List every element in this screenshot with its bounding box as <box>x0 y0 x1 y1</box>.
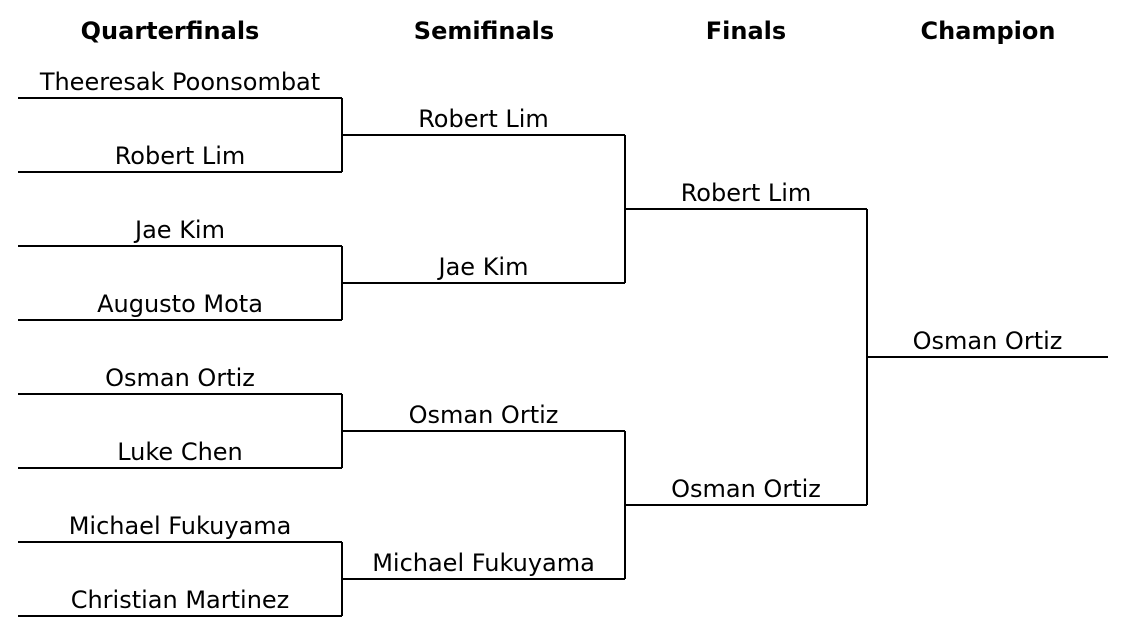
quarterfinal-slot-name: Osman Ortiz <box>105 364 255 392</box>
semifinal-slot-name: Osman Ortiz <box>409 401 559 429</box>
semifinal-slot-name: Jae Kim <box>437 253 529 281</box>
semifinal-slot-name: Michael Fukuyama <box>372 549 595 577</box>
final-slot-name: Robert Lim <box>681 179 812 207</box>
tournament-bracket: Theeresak Poonsombat Robert Lim Jae Kim Aug… <box>18 68 1108 617</box>
champion-slot-name: Osman Ortiz <box>913 327 1063 355</box>
quarterfinal-slot-name: Robert Lim <box>115 142 246 170</box>
quarterfinal-slot-name: Christian Martinez <box>71 586 290 614</box>
quarterfinal-slot-name: Theeresak Poonsombat <box>39 68 320 96</box>
quarterfinal-slot-name: Luke Chen <box>117 438 243 466</box>
final-slot-name: Osman Ortiz <box>671 475 821 503</box>
quarterfinal-slot-name: Jae Kim <box>133 216 225 244</box>
quarterfinal-slot-name: Michael Fukuyama <box>69 512 292 540</box>
quarterfinal-slot-name: Augusto Mota <box>97 290 263 318</box>
semifinal-slot-name: Robert Lim <box>418 105 549 133</box>
